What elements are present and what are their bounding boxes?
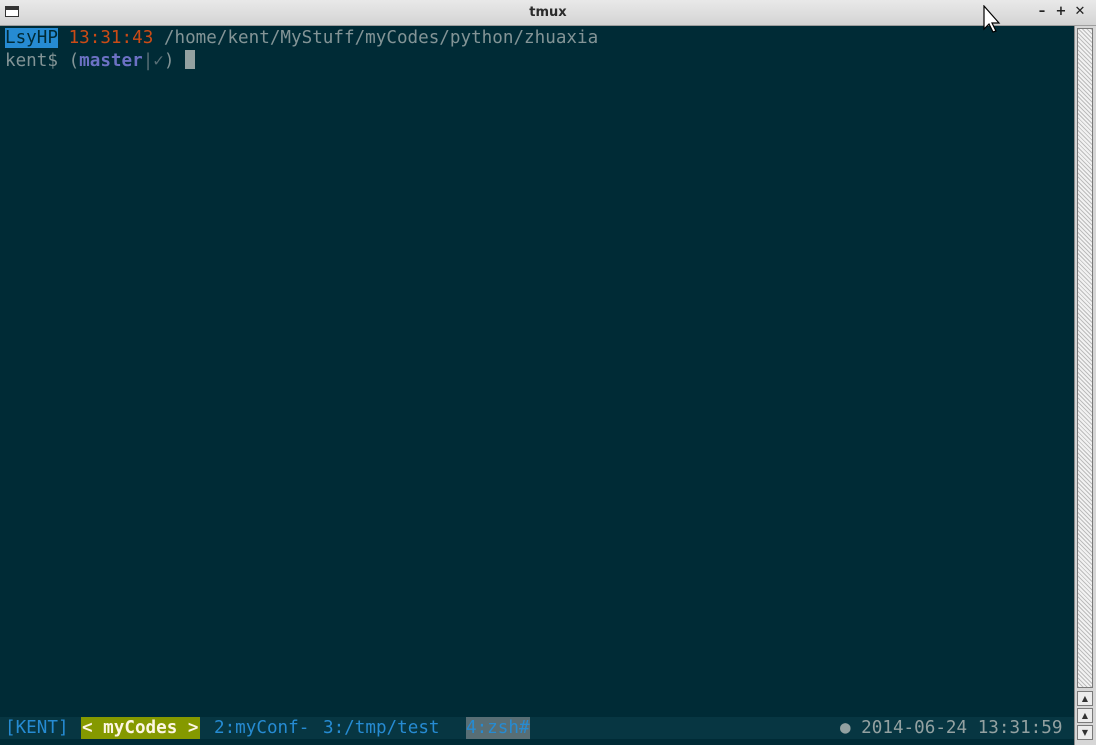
prompt-time: 13:31:43	[68, 28, 154, 48]
tmux-window: tmux – + ✕ LsyHP 13:31:43 /home/kent/MyS…	[0, 0, 1096, 745]
tmux-status-bar: [KENT] < myCodes > 2:myConf- 3:/tmp/test…	[0, 717, 1074, 739]
title-bar[interactable]: tmux – + ✕	[0, 0, 1096, 26]
session-name: [KENT]	[5, 718, 69, 738]
arrow-down-icon[interactable]: ▼	[1077, 725, 1093, 740]
scroll-top-icon[interactable]: ▲	[1077, 691, 1093, 706]
arrow-up-icon[interactable]: ▲	[1077, 708, 1093, 723]
status-datetime: ● 2014-06-24 13:31:59	[840, 718, 1063, 738]
minimize-button[interactable]: –	[1033, 3, 1051, 21]
window-tab-4[interactable]: 4:zsh#	[466, 717, 530, 739]
close-button[interactable]: ✕	[1071, 3, 1089, 21]
window-tab-3[interactable]: 3:/tmp/test	[323, 717, 440, 739]
prompt-info-line: LsyHP 13:31:43 /home/kent/MyStuff/myCode…	[5, 27, 598, 49]
window-title: tmux	[529, 5, 567, 20]
current-path: /home/kent/MyStuff/myCodes/python/zhuaxi…	[163, 28, 599, 48]
hostname: LsyHP	[5, 28, 58, 48]
maximize-button[interactable]: +	[1052, 3, 1070, 21]
scrollbar[interactable]: ▲ ▲ ▼	[1074, 26, 1096, 745]
open-paren: (	[68, 51, 80, 71]
close-paren: )	[163, 51, 175, 71]
scrollbar-thumb[interactable]	[1077, 28, 1093, 688]
prompt-input-line[interactable]: kent$ (master|✓)	[5, 50, 196, 72]
window-tab-current[interactable]: < myCodes >	[81, 717, 200, 739]
mouse-pointer-icon	[983, 5, 1001, 33]
text-cursor	[185, 50, 196, 69]
git-status: |✓	[142, 51, 164, 71]
user-prompt: kent$	[5, 51, 69, 71]
window-tab-2[interactable]: 2:myConf-	[214, 717, 309, 739]
git-branch: master	[79, 51, 143, 71]
terminal-area[interactable]: LsyHP 13:31:43 /home/kent/MyStuff/myCode…	[0, 26, 1074, 717]
